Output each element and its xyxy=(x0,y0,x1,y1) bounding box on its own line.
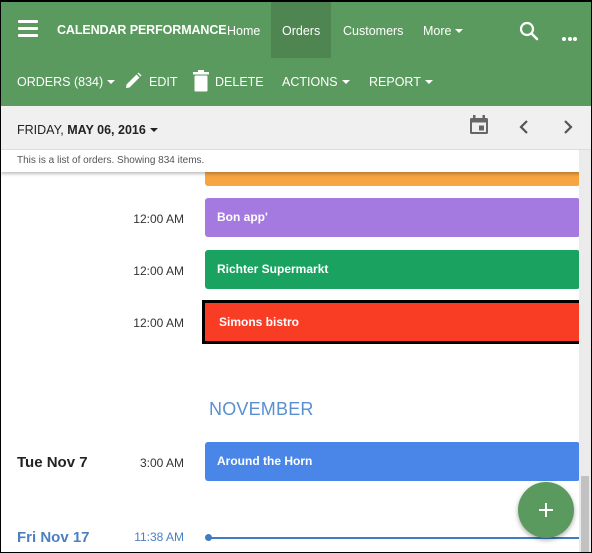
vertical-scrollbar[interactable] xyxy=(579,150,591,552)
chevron-left-icon[interactable] xyxy=(518,120,530,134)
caret-down-icon xyxy=(424,79,433,84)
now-indicator-line xyxy=(208,537,579,539)
info-bar: This is a list of orders. Showing 834 it… xyxy=(1,150,591,172)
info-text: This is a list of orders. Showing 834 it… xyxy=(17,155,205,166)
plus-icon-bar xyxy=(539,509,553,511)
edit-button[interactable]: EDIT xyxy=(123,58,177,106)
month-header: NOVEMBER xyxy=(209,399,314,419)
date-label: MAY 06, 2016 xyxy=(67,123,146,137)
nav-home[interactable]: Home xyxy=(216,2,271,58)
pencil-icon xyxy=(126,72,142,88)
orders-label: ORDERS (834) xyxy=(17,75,104,89)
event-time: 3:00 AM xyxy=(139,456,184,470)
trash-icon xyxy=(193,69,209,92)
actions-label: ACTIONS xyxy=(282,75,338,89)
event-title: Bon app' xyxy=(217,210,268,224)
event-title: Around the Horn xyxy=(217,454,313,468)
day-label: Tue Nov 7 xyxy=(17,454,88,471)
event-card[interactable]: Around the Horn xyxy=(205,442,579,481)
event-card[interactable]: Bon app' xyxy=(205,198,579,237)
calendar-icon[interactable] xyxy=(469,115,489,135)
add-order-button[interactable] xyxy=(518,482,574,538)
nav-orders-label: Orders xyxy=(282,24,321,38)
event-card-partial[interactable] xyxy=(205,172,579,186)
nav-orders[interactable]: Orders xyxy=(271,2,331,58)
event-time: 12:00 AM xyxy=(133,264,184,278)
date-picker-button[interactable]: FRIDAY, MAY 06, 2016 xyxy=(17,123,158,137)
nav-more-label: More xyxy=(423,24,452,38)
nav-customers-label: Customers xyxy=(343,24,404,38)
weekday-label: FRIDAY, xyxy=(17,123,64,137)
nav-more[interactable]: More xyxy=(412,2,474,58)
event-time: 12:00 AM xyxy=(133,316,184,330)
caret-down-icon xyxy=(455,28,464,33)
delete-button[interactable]: DELETE xyxy=(193,58,264,106)
event-card-selected[interactable]: Simons bistro xyxy=(202,300,579,344)
date-navigation-bar: FRIDAY, MAY 06, 2016 xyxy=(1,106,591,150)
nav-home-label: Home xyxy=(227,24,261,38)
top-nav-bar: CALENDAR PERFORMANCE Home Orders Custome… xyxy=(1,2,591,58)
agenda-list[interactable]: 12:00 AM Bon app' 12:00 AM Richter Super… xyxy=(1,172,579,552)
event-card[interactable]: Richter Supermarkt xyxy=(205,250,579,289)
ellipsis-icon[interactable] xyxy=(562,28,579,46)
report-dropdown-button[interactable]: REPORT xyxy=(369,58,433,106)
delete-label: DELETE xyxy=(215,75,264,89)
event-title: Simons bistro xyxy=(219,315,300,329)
hamburger-icon[interactable] xyxy=(18,20,38,37)
edit-label: EDIT xyxy=(149,75,178,89)
report-label: REPORT xyxy=(369,75,421,89)
event-time: 12:00 AM xyxy=(133,212,184,226)
search-icon[interactable] xyxy=(519,21,539,41)
event-title: Richter Supermarkt xyxy=(217,262,329,276)
app-title: CALENDAR PERFORMANCE xyxy=(57,23,227,37)
scrollbar-thumb[interactable] xyxy=(581,476,589,552)
current-time: 11:38 AM xyxy=(134,530,184,544)
app-window: CALENDAR PERFORMANCE Home Orders Custome… xyxy=(0,0,592,553)
actions-dropdown-button[interactable]: ACTIONS xyxy=(282,58,350,106)
day-label-today: Fri Nov 17 xyxy=(17,529,90,546)
orders-dropdown-button[interactable]: ORDERS (834) xyxy=(17,58,116,106)
caret-down-icon xyxy=(149,127,158,132)
caret-down-icon xyxy=(341,79,350,84)
command-toolbar: ORDERS (834) EDIT DELETE ACTIONS REPORT xyxy=(1,58,591,106)
chevron-right-icon[interactable] xyxy=(562,120,574,134)
nav-customers[interactable]: Customers xyxy=(332,2,414,58)
caret-down-icon xyxy=(107,79,116,84)
